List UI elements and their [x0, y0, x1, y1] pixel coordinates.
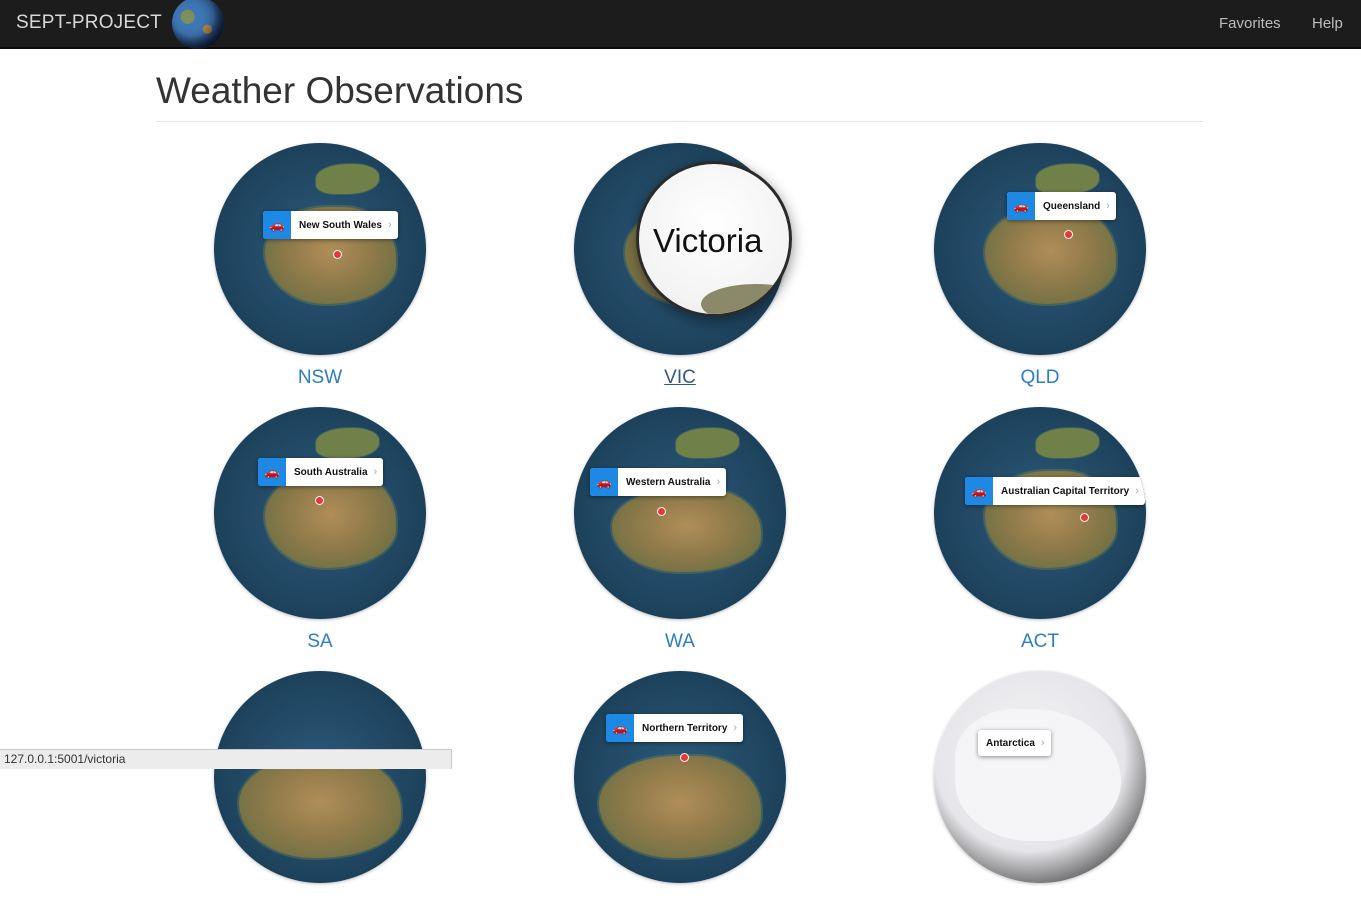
magnifier-label: Victoria [653, 222, 763, 259]
state-link-act[interactable]: ACT [934, 631, 1146, 653]
map-continent [599, 755, 761, 858]
callout-label: Antarctica [986, 737, 1035, 749]
state-card-antarctica: Antarctica › [934, 671, 1148, 921]
map-callout: 🚗 Queensland › [1007, 192, 1116, 220]
map-landmass [1035, 428, 1100, 458]
state-link-vic[interactable]: VIC [574, 367, 786, 389]
map-callout: 🚗 Western Australia › [590, 468, 727, 496]
car-icon: 🚗 [258, 458, 286, 486]
state-map-wa[interactable]: 🚗 Western Australia › [574, 407, 786, 619]
state-link-nsw[interactable]: NSW [214, 367, 426, 389]
map-landmass [315, 164, 380, 194]
state-card-nsw: 🚗 New South Wales › NSW [214, 143, 428, 393]
map-continent [984, 206, 1117, 305]
state-card-act: 🚗 Australian Capital Territory › ACT [934, 407, 1148, 657]
chevron-right-icon: › [733, 722, 738, 734]
map-ice-sheet [955, 709, 1121, 841]
globe-logo-icon[interactable] [172, 0, 224, 49]
state-card-vic: Victoria VIC [574, 143, 792, 393]
state-card-wa: 🚗 Western Australia › WA [574, 407, 788, 657]
map-continent [239, 755, 401, 858]
map-landmass [675, 428, 740, 458]
car-icon: 🚗 [965, 477, 993, 505]
chevron-right-icon: › [1106, 200, 1110, 212]
car-icon: 🚗 [590, 468, 618, 496]
callout-label: Queensland [1043, 200, 1101, 212]
map-callout: Antarctica › [978, 730, 1051, 756]
map-magnifier: Victoria [636, 161, 792, 317]
link-status-bar: 127.0.0.1:5001/victoria [0, 749, 452, 769]
nav-link-help[interactable]: Help [1312, 15, 1343, 32]
car-icon: 🚗 [263, 211, 291, 239]
map-pin-icon [1064, 230, 1073, 239]
map-landmass [1035, 164, 1100, 194]
chevron-right-icon: › [716, 476, 721, 488]
page-title: Weather Observations [156, 70, 524, 111]
map-continent [612, 487, 761, 573]
callout-label: Western Australia [626, 476, 711, 488]
state-link-wa[interactable]: WA [574, 631, 786, 653]
magnified-land [701, 284, 789, 314]
state-link-sa[interactable]: SA [214, 631, 426, 653]
state-map-act[interactable]: 🚗 Australian Capital Territory › [934, 407, 1146, 619]
callout-label: Northern Territory [642, 722, 728, 734]
state-map-sa[interactable]: 🚗 South Australia › [214, 407, 426, 619]
map-callout: 🚗 Northern Territory › [606, 714, 744, 742]
callout-label: South Australia [294, 466, 368, 478]
map-callout: 🚗 Australian Capital Territory › [965, 477, 1145, 505]
car-icon: 🚗 [606, 714, 634, 742]
nav-link-favorites[interactable]: Favorites [1219, 15, 1281, 32]
state-card-nt: 🚗 Northern Territory › [574, 671, 788, 921]
state-map-nsw[interactable]: 🚗 New South Wales › [214, 143, 426, 355]
state-map-qld[interactable]: 🚗 Queensland › [934, 143, 1146, 355]
state-card-row3-left [214, 671, 428, 921]
brand-title[interactable]: SEPT-PROJECT [16, 12, 162, 34]
top-navbar: SEPT-PROJECT Favorites Help [0, 0, 1361, 49]
state-map-antarctica[interactable]: Antarctica › [934, 671, 1146, 883]
map-pin-icon [1080, 513, 1089, 522]
state-map-row3-left[interactable] [214, 671, 426, 883]
state-card-qld: 🚗 Queensland › QLD [934, 143, 1148, 393]
map-pin-icon [333, 250, 342, 259]
chevron-right-icon: › [1135, 485, 1139, 497]
callout-label: Australian Capital Territory [1001, 485, 1130, 497]
state-card-sa: 🚗 South Australia › SA [214, 407, 428, 657]
title-divider [156, 121, 1203, 122]
chevron-right-icon: › [373, 466, 378, 478]
map-pin-icon [657, 507, 666, 516]
map-pin-icon [680, 753, 689, 762]
chevron-right-icon: › [1040, 737, 1045, 749]
car-icon: 🚗 [1007, 192, 1035, 220]
state-map-nt[interactable]: 🚗 Northern Territory › [574, 671, 786, 883]
map-pin-icon [315, 496, 324, 505]
map-landmass [315, 428, 380, 458]
map-callout: 🚗 New South Wales › [263, 211, 398, 239]
chevron-right-icon: › [387, 219, 392, 231]
state-link-qld[interactable]: QLD [934, 367, 1146, 389]
map-callout: 🚗 South Australia › [258, 458, 384, 486]
callout-label: New South Wales [299, 219, 382, 231]
